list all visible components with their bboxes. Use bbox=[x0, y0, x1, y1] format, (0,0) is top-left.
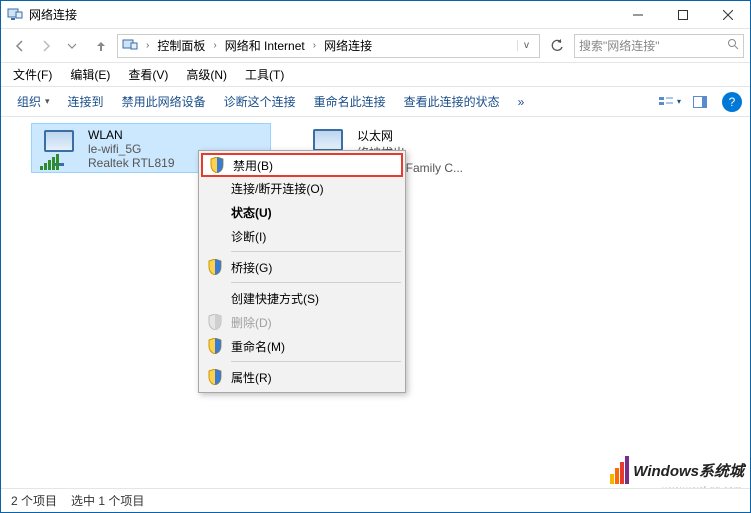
window-title: 网络连接 bbox=[29, 6, 77, 23]
help-button[interactable]: ? bbox=[722, 92, 742, 112]
adapter-hardware: Realtek RTL819 bbox=[88, 156, 175, 170]
breadcrumb-leaf[interactable]: 网络连接 bbox=[324, 37, 372, 54]
more-button[interactable]: » bbox=[510, 91, 533, 113]
separator bbox=[231, 251, 401, 252]
address-icon bbox=[122, 39, 138, 53]
shield-icon bbox=[208, 259, 222, 275]
separator bbox=[231, 361, 401, 362]
organize-button[interactable]: 组织▾ bbox=[9, 89, 58, 114]
address-row: › 控制面板 › 网络和 Internet › 网络连接 v 搜索"网络连接" bbox=[1, 29, 750, 63]
ctx-delete: 删除(D) bbox=[201, 310, 403, 334]
shield-icon bbox=[208, 369, 222, 385]
menu-edit[interactable]: 编辑(E) bbox=[64, 64, 116, 85]
search-input[interactable]: 搜索"网络连接" bbox=[574, 34, 744, 58]
ctx-create-shortcut[interactable]: 创建快捷方式(S) bbox=[201, 286, 403, 310]
watermark-brand: Windows系统城 bbox=[633, 460, 744, 481]
minimize-button[interactable] bbox=[615, 1, 660, 29]
maximize-button[interactable] bbox=[660, 1, 705, 29]
context-menu: 禁用(B) 连接/断开连接(O) 状态(U) 诊断(I) 桥接(G) 创建快捷方… bbox=[198, 150, 406, 393]
menu-view[interactable]: 查看(V) bbox=[122, 64, 174, 85]
ctx-diagnose[interactable]: 诊断(I) bbox=[201, 224, 403, 248]
breadcrumb-root[interactable]: 控制面板 bbox=[157, 37, 205, 54]
status-bar: 2 个项目 选中 1 个项目 bbox=[1, 488, 750, 512]
chevron-right-icon: › bbox=[144, 40, 151, 51]
ctx-status[interactable]: 状态(U) bbox=[201, 200, 403, 224]
menu-tools[interactable]: 工具(T) bbox=[239, 64, 290, 85]
network-connections-window: 网络连接 › 控制面板 › 网络和 Internet › 网络连接 v bbox=[0, 0, 751, 513]
view-options-button[interactable]: ▾ bbox=[656, 90, 684, 114]
ctx-disable[interactable]: 禁用(B) bbox=[201, 153, 403, 177]
preview-pane-button[interactable] bbox=[686, 90, 714, 114]
status-item-count: 2 个项目 bbox=[11, 492, 57, 509]
ctx-connect-disconnect[interactable]: 连接/断开连接(O) bbox=[201, 176, 403, 200]
watermark: Windows系统城 www.wxcLgg.com bbox=[610, 456, 744, 484]
close-button[interactable] bbox=[705, 1, 750, 29]
shield-icon bbox=[208, 314, 222, 330]
ctx-bridge[interactable]: 桥接(G) bbox=[201, 255, 403, 279]
breadcrumb-mid[interactable]: 网络和 Internet bbox=[225, 37, 305, 54]
menu-file[interactable]: 文件(F) bbox=[7, 64, 58, 85]
address-bar[interactable]: › 控制面板 › 网络和 Internet › 网络连接 v bbox=[117, 34, 540, 58]
shield-icon bbox=[210, 157, 224, 173]
status-selected-count: 选中 1 个项目 bbox=[71, 492, 144, 509]
adapter-name: WLAN bbox=[88, 128, 175, 142]
connect-to-button[interactable]: 连接到 bbox=[60, 89, 112, 114]
rename-button[interactable]: 重命名此连接 bbox=[306, 89, 394, 114]
separator bbox=[231, 282, 401, 283]
refresh-button[interactable] bbox=[544, 33, 570, 59]
wifi-adapter-icon bbox=[38, 128, 80, 170]
command-bar: 组织▾ 连接到 禁用此网络设备 诊断这个连接 重命名此连接 查看此连接的状态 »… bbox=[1, 87, 750, 117]
chevron-down-icon: ▾ bbox=[45, 96, 50, 107]
forward-button[interactable] bbox=[33, 33, 59, 59]
chevron-right-icon: › bbox=[211, 40, 218, 51]
adapter-name: 以太网 bbox=[357, 127, 463, 144]
disable-device-button[interactable]: 禁用此网络设备 bbox=[114, 89, 214, 114]
titlebar: 网络连接 bbox=[1, 1, 750, 29]
up-button[interactable] bbox=[89, 34, 113, 58]
ctx-properties[interactable]: 属性(R) bbox=[201, 365, 403, 389]
search-icon bbox=[727, 38, 739, 53]
menu-bar: 文件(F) 编辑(E) 查看(V) 高级(N) 工具(T) bbox=[1, 63, 750, 87]
recent-locations-button[interactable] bbox=[59, 33, 85, 59]
diagnose-button[interactable]: 诊断这个连接 bbox=[216, 89, 304, 114]
back-button[interactable] bbox=[7, 33, 33, 59]
chevron-right-icon: › bbox=[311, 40, 318, 51]
app-icon bbox=[7, 8, 23, 22]
ctx-rename[interactable]: 重命名(M) bbox=[201, 334, 403, 358]
address-dropdown-button[interactable]: v bbox=[517, 40, 535, 51]
adapter-ssid: le-wifi_5G bbox=[88, 142, 175, 156]
watermark-url: www.wxcLgg.com bbox=[663, 485, 742, 488]
shield-icon bbox=[208, 338, 222, 354]
menu-advanced[interactable]: 高级(N) bbox=[180, 64, 233, 85]
search-placeholder: 搜索"网络连接" bbox=[579, 37, 660, 54]
view-status-button[interactable]: 查看此连接的状态 bbox=[396, 89, 508, 114]
